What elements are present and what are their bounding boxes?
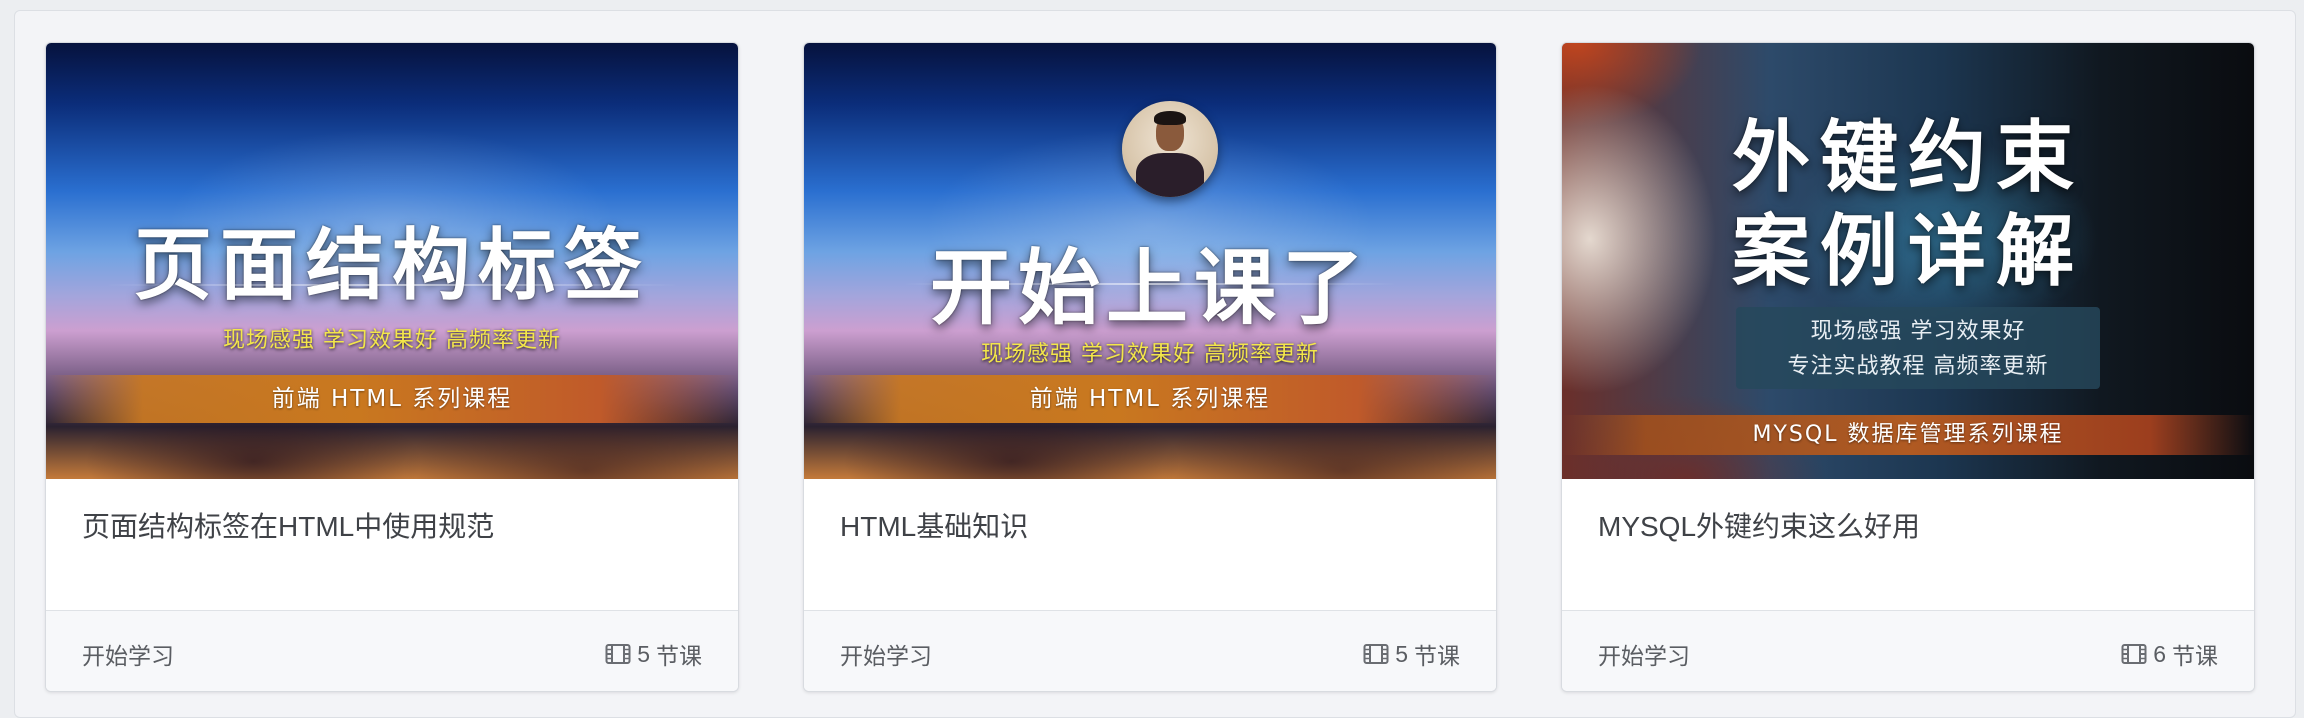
- cover-ribbon: MYSQL 数据库管理系列课程: [1562, 415, 2254, 455]
- start-learning-link[interactable]: 开始学习: [1598, 637, 1690, 671]
- cover-divider: [904, 283, 1396, 285]
- lesson-count: 6 节课: [2121, 637, 2218, 671]
- course-title[interactable]: 页面结构标签在HTML中使用规范: [82, 505, 494, 545]
- course-cover-image[interactable]: 页面结构标签 现场感强 学习效果好 高频率更新 前端 HTML 系列课程: [46, 43, 738, 479]
- card-footer: 开始学习 6 节课: [1562, 610, 2254, 691]
- cover-info-line-2: 专注实战教程 高频率更新: [1787, 354, 2049, 379]
- instructor-avatar: [1122, 101, 1218, 197]
- card-footer: 开始学习 5 节课: [46, 610, 738, 691]
- film-icon: [2121, 644, 2147, 664]
- lesson-count-number: 6: [2153, 640, 2166, 667]
- film-icon: [1363, 644, 1389, 664]
- cover-ribbon: 前端 HTML 系列课程: [804, 375, 1496, 423]
- course-title[interactable]: MYSQL外键约束这么好用: [1598, 505, 1920, 545]
- cover-title: 开始上课了: [929, 241, 1370, 336]
- start-learning-link[interactable]: 开始学习: [840, 637, 932, 671]
- cover-tagline: 现场感强 学习效果好 高频率更新: [981, 342, 1319, 367]
- card-footer: 开始学习 5 节课: [804, 610, 1496, 691]
- course-title[interactable]: HTML基础知识: [840, 505, 1028, 545]
- lesson-count-number: 5: [1395, 640, 1408, 667]
- cover-info-line-1: 现场感强 学习效果好: [1810, 319, 2026, 344]
- cover-title-line-2: 案例详解: [1731, 207, 2084, 297]
- cover-tagline: 现场感强 学习效果好 高频率更新: [223, 328, 561, 353]
- lesson-count: 5 节课: [605, 637, 702, 671]
- cover-ribbon: 前端 HTML 系列课程: [46, 375, 738, 423]
- course-card[interactable]: 页面结构标签 现场感强 学习效果好 高频率更新 前端 HTML 系列课程 页面结…: [45, 42, 739, 692]
- cover-info-box: 现场感强 学习效果好 专注实战教程 高频率更新: [1736, 307, 2100, 389]
- lesson-count-unit: 节课: [656, 643, 702, 669]
- course-cover-image[interactable]: 外键约束 案例详解 现场感强 学习效果好 专注实战教程 高频率更新 MYSQL …: [1562, 43, 2254, 479]
- course-cover-image[interactable]: 开始上课了 现场感强 学习效果好 高频率更新 前端 HTML 系列课程: [804, 43, 1496, 479]
- course-card[interactable]: 开始上课了 现场感强 学习效果好 高频率更新 前端 HTML 系列课程 HTML…: [803, 42, 1497, 692]
- lesson-count-unit: 节课: [2172, 643, 2218, 669]
- lesson-count: 5 节课: [1363, 637, 1460, 671]
- cover-title: 页面结构标签: [133, 221, 650, 311]
- start-learning-link[interactable]: 开始学习: [82, 637, 174, 671]
- lesson-count-unit: 节课: [1414, 643, 1460, 669]
- lesson-count-number: 5: [637, 640, 650, 667]
- cover-divider: [106, 284, 678, 286]
- film-icon: [605, 644, 631, 664]
- course-card[interactable]: 外键约束 案例详解 现场感强 学习效果好 专注实战教程 高频率更新 MYSQL …: [1561, 42, 2255, 692]
